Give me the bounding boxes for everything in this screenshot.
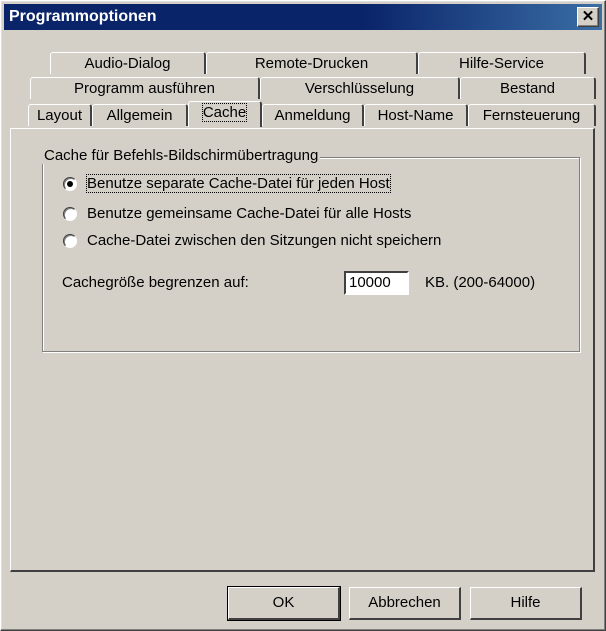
option-separate-cache-label[interactable]: Benutze separate Cache-Datei für jeden H… — [86, 174, 391, 193]
cache-size-unit: KB. (200-64000) — [425, 274, 536, 291]
window-title: Programmoptionen — [9, 8, 157, 25]
title-bar: Programmoptionen ✕ — [4, 4, 602, 30]
tab-remote-drucken[interactable]: Remote-Drucken — [206, 52, 418, 74]
tab-layout[interactable]: Layout — [28, 104, 92, 126]
tab-verschluesselung[interactable]: Verschlüsselung — [260, 77, 460, 99]
cache-size-label: Cachegröße begrenzen auf: — [62, 274, 249, 291]
tab-fernsteuerung[interactable]: Fernsteuerung — [468, 104, 596, 126]
tab-cache[interactable]: Cache — [188, 101, 262, 127]
cache-tab-panel — [10, 128, 595, 572]
close-icon: ✕ — [581, 8, 595, 25]
radio-shared-cache[interactable] — [63, 207, 77, 221]
help-button[interactable]: Hilfe — [470, 587, 582, 620]
radio-selected-dot — [67, 181, 73, 187]
tab-bestand[interactable]: Bestand — [460, 77, 596, 99]
ok-button[interactable]: OK — [227, 586, 341, 621]
option-no-save-cache-label[interactable]: Cache-Datei zwischen den Sitzungen nicht… — [87, 232, 441, 249]
tab-allgemein[interactable]: Allgemein — [92, 104, 188, 126]
radio-no-save-cache[interactable] — [63, 234, 77, 248]
tab-programm-ausfuehren[interactable]: Programm ausführen — [30, 77, 260, 99]
cancel-button[interactable]: Abbrechen — [349, 587, 461, 620]
close-button[interactable]: ✕ — [577, 7, 599, 27]
cache-group-label: Cache für Befehls-Bildschirmübertragung — [42, 147, 321, 164]
tab-hilfe-service[interactable]: Hilfe-Service — [418, 52, 586, 74]
option-shared-cache-label[interactable]: Benutze gemeinsame Cache-Datei für alle … — [87, 205, 411, 222]
tab-host-name[interactable]: Host-Name — [364, 104, 468, 126]
radio-separate-cache[interactable] — [63, 177, 77, 191]
tab-anmeldung[interactable]: Anmeldung — [262, 104, 364, 126]
tab-audio-dialog[interactable]: Audio-Dialog — [50, 52, 206, 74]
cache-size-input[interactable]: 10000 — [344, 271, 409, 295]
